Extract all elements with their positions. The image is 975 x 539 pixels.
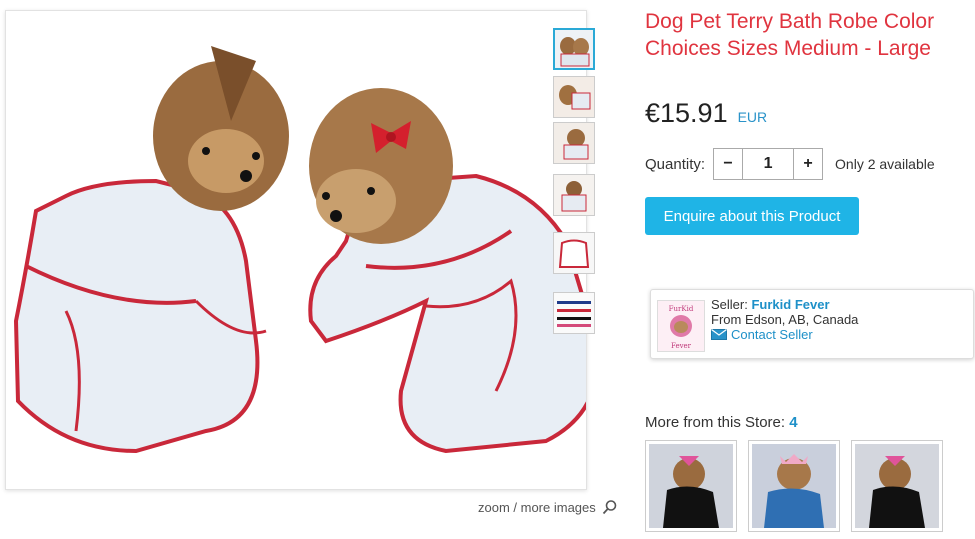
more-item-2[interactable] (748, 440, 840, 532)
logo-text-top: FurKid (669, 305, 694, 313)
thumbnail-6[interactable] (553, 292, 595, 334)
enquire-button[interactable]: Enquire about this Product (645, 197, 859, 235)
contact-seller-link[interactable]: Contact Seller (711, 327, 858, 342)
seller-logo[interactable]: FurKid Fever (657, 300, 705, 352)
contact-seller-label: Contact Seller (731, 327, 813, 342)
more-count-link[interactable]: 4 (789, 414, 797, 431)
magnifier-icon (602, 499, 618, 515)
quantity-label: Quantity: (645, 155, 706, 173)
increment-button[interactable]: + (794, 149, 823, 179)
price-row: €15.91 EUR (645, 98, 767, 129)
product-photo (13, 46, 586, 454)
product-price: €15.91 (645, 98, 728, 128)
seller-name-link[interactable]: Furkid Fever (751, 297, 829, 312)
thumbnail-1[interactable] (553, 28, 595, 70)
seller-location: From Edson, AB, Canada (711, 312, 859, 327)
thumbnail-3[interactable] (553, 122, 595, 164)
more-item-1[interactable] (645, 440, 737, 532)
seller-line: Seller: Furkid Fever (711, 297, 858, 312)
quantity-row: Quantity: − + Only 2 available (645, 148, 935, 180)
thumbnail-5[interactable] (553, 232, 595, 274)
thumbnail-2[interactable] (553, 76, 595, 118)
more-item-3[interactable] (851, 440, 943, 532)
product-title: Dog Pet Terry Bath Robe Color Choices Si… (645, 10, 935, 60)
thumbnail-4[interactable] (553, 174, 595, 216)
seller-card: FurKid Fever Seller: Furkid Fever From E… (650, 289, 974, 359)
quantity-stepper: − + (713, 148, 824, 180)
logo-text-bottom: Fever (671, 342, 692, 350)
currency-code: EUR (737, 109, 768, 125)
zoom-link[interactable]: zoom / more images (478, 499, 618, 515)
more-from-store-heading: More from this Store: 4 (645, 414, 798, 431)
more-label: More from this Store: (645, 414, 786, 431)
main-product-image[interactable] (5, 10, 587, 490)
envelope-icon (711, 329, 727, 340)
availability-text: Only 2 available (835, 156, 935, 172)
seller-info: Seller: Furkid Fever From Edson, AB, Can… (711, 297, 858, 342)
seller-label: Seller: (711, 297, 748, 312)
decrement-button[interactable]: − (714, 149, 743, 179)
quantity-input[interactable] (742, 149, 795, 179)
zoom-label: zoom / more images (478, 499, 596, 515)
